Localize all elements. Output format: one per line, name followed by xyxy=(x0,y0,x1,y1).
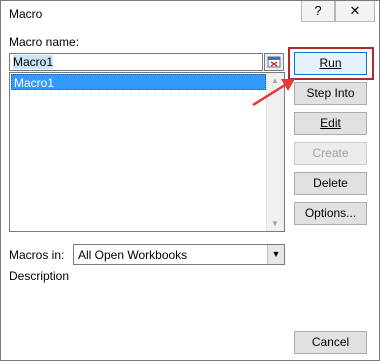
collapse-dialog-button[interactable] xyxy=(264,53,284,71)
macros-in-select[interactable]: All Open Workbooks ▼ xyxy=(73,244,285,265)
description-label: Description xyxy=(9,269,69,283)
annotation-arrow-icon xyxy=(252,79,295,107)
step-into-button[interactable]: Step Into xyxy=(294,82,367,105)
title-bar: Macro ? ✕ xyxy=(1,1,379,29)
options-button[interactable]: Options... xyxy=(294,202,367,225)
create-button[interactable]: Create xyxy=(294,142,367,165)
chevron-down-icon: ▼ xyxy=(271,249,281,259)
macro-name-input[interactable]: Macro1 xyxy=(9,53,263,71)
description-label-text: Description xyxy=(9,269,70,283)
edit-button[interactable]: Edit xyxy=(294,112,367,135)
macro-dialog: Macro ? ✕ Macro name: Macro1 Macro1 ▲ ▼ … xyxy=(0,0,380,361)
edit-button-label: Edit xyxy=(320,116,341,130)
help-button[interactable]: ? xyxy=(301,1,335,22)
collapse-dialog-icon xyxy=(267,56,281,68)
macro-list[interactable]: Macro1 ▲ ▼ xyxy=(9,72,285,232)
help-icon: ? xyxy=(314,3,322,18)
macros-in-dropdown-button[interactable]: ▼ xyxy=(267,245,284,264)
close-button[interactable]: ✕ xyxy=(335,1,375,22)
macro-name-label-text: Macro name: xyxy=(9,35,80,49)
macros-in-label: Macros in: xyxy=(9,248,64,262)
cancel-button[interactable]: Cancel xyxy=(294,331,367,354)
list-item[interactable]: Macro1 xyxy=(11,74,266,90)
delete-button-label: Delete xyxy=(313,176,348,190)
macro-name-label: Macro name: xyxy=(9,35,79,49)
macro-name-value: Macro1 xyxy=(13,55,54,69)
options-button-label: Options... xyxy=(304,206,357,220)
macros-in-label-text: Macros in: xyxy=(9,248,65,262)
scroll-down-icon[interactable]: ▼ xyxy=(271,219,279,228)
run-button-label: Run xyxy=(319,56,342,70)
cancel-button-label: Cancel xyxy=(311,335,350,349)
window-title: Macro xyxy=(9,7,43,21)
create-button-label: Create xyxy=(312,146,349,160)
step-into-button-label: Step Into xyxy=(306,86,355,100)
close-icon: ✕ xyxy=(349,3,361,18)
delete-button[interactable]: Delete xyxy=(294,172,367,195)
macros-in-value: All Open Workbooks xyxy=(78,248,188,262)
run-button[interactable]: Run xyxy=(294,52,367,75)
